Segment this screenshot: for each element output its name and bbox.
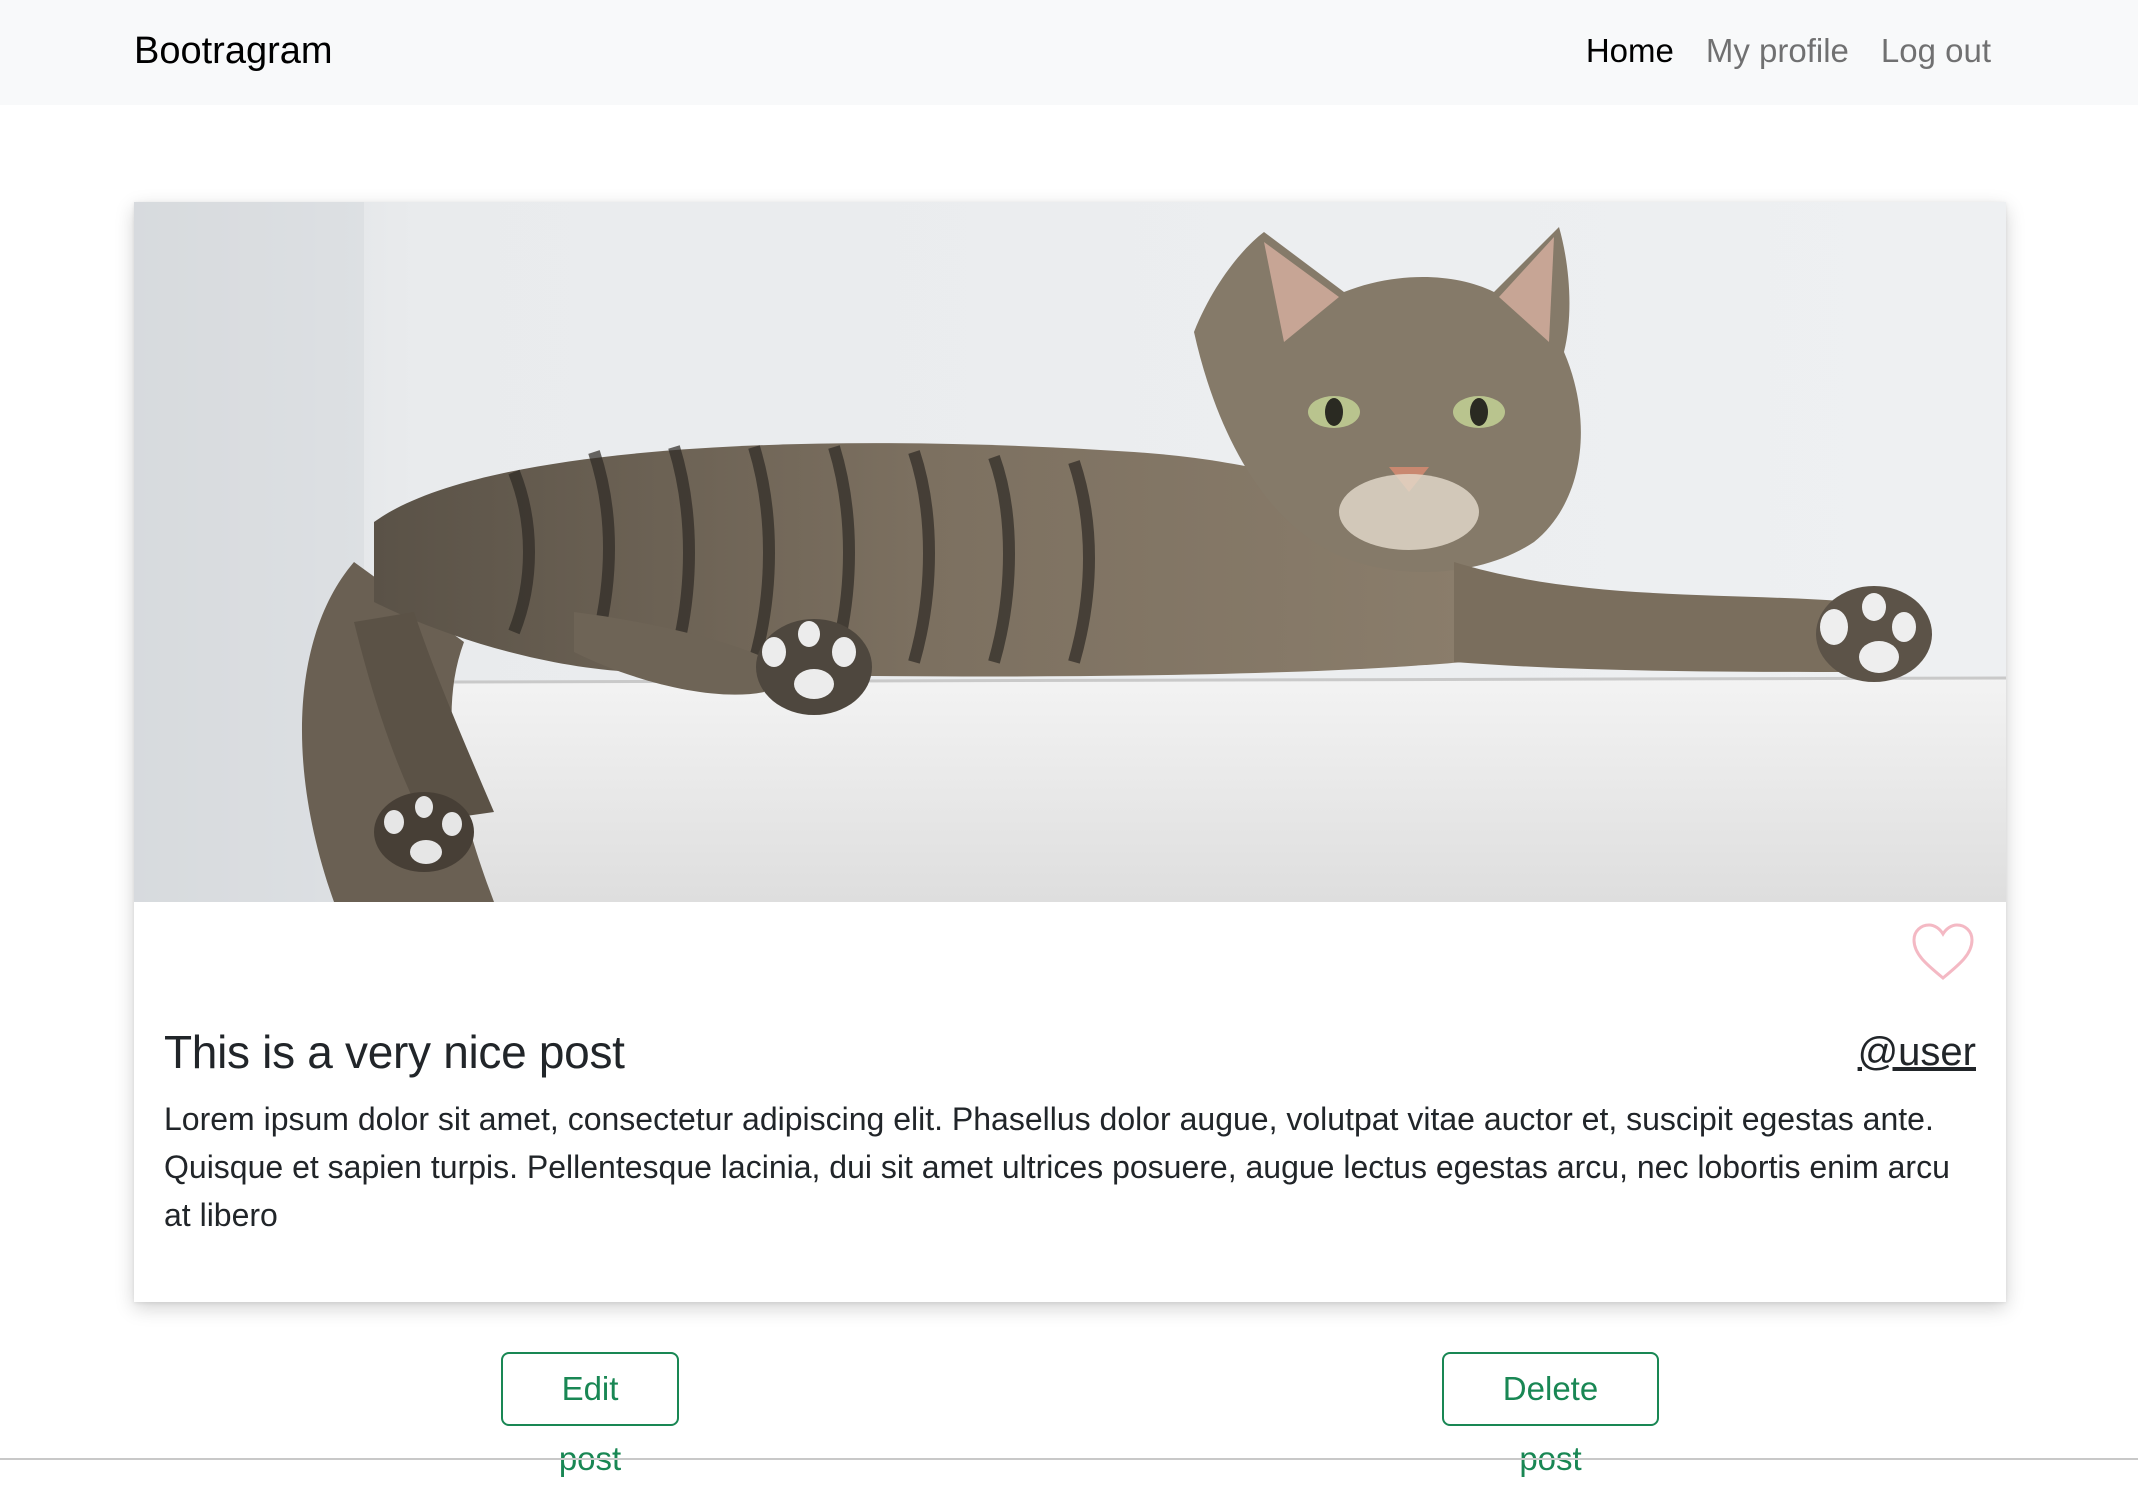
edit-post-button[interactable]: Edit post bbox=[501, 1352, 679, 1477]
post-title: This is a very nice post bbox=[164, 1026, 625, 1078]
nav-link-home[interactable]: Home bbox=[1586, 28, 1674, 74]
nav-link-log-out[interactable]: Log out bbox=[1881, 28, 1991, 74]
post-body: Lorem ipsum dolor sit amet, consectetur … bbox=[164, 1101, 1950, 1233]
post-card: This is a very nice post @user Lorem ips… bbox=[134, 202, 2006, 1302]
nav-link-my-profile[interactable]: My profile bbox=[1706, 28, 1849, 74]
like-button[interactable] bbox=[1908, 920, 1978, 984]
delete-post-button[interactable]: Delete post bbox=[1442, 1352, 1659, 1477]
footer-divider bbox=[0, 1458, 2138, 1460]
navbar: Bootragram Home My profile Log out bbox=[0, 0, 2138, 105]
nav-links: Home My profile Log out bbox=[1586, 28, 1991, 74]
brand-logo[interactable]: Bootragram bbox=[134, 28, 333, 74]
post-image bbox=[134, 202, 2006, 902]
author-link[interactable]: @user bbox=[1858, 1030, 1976, 1075]
cat-photo bbox=[134, 202, 2006, 902]
heart-icon bbox=[1912, 923, 1974, 980]
